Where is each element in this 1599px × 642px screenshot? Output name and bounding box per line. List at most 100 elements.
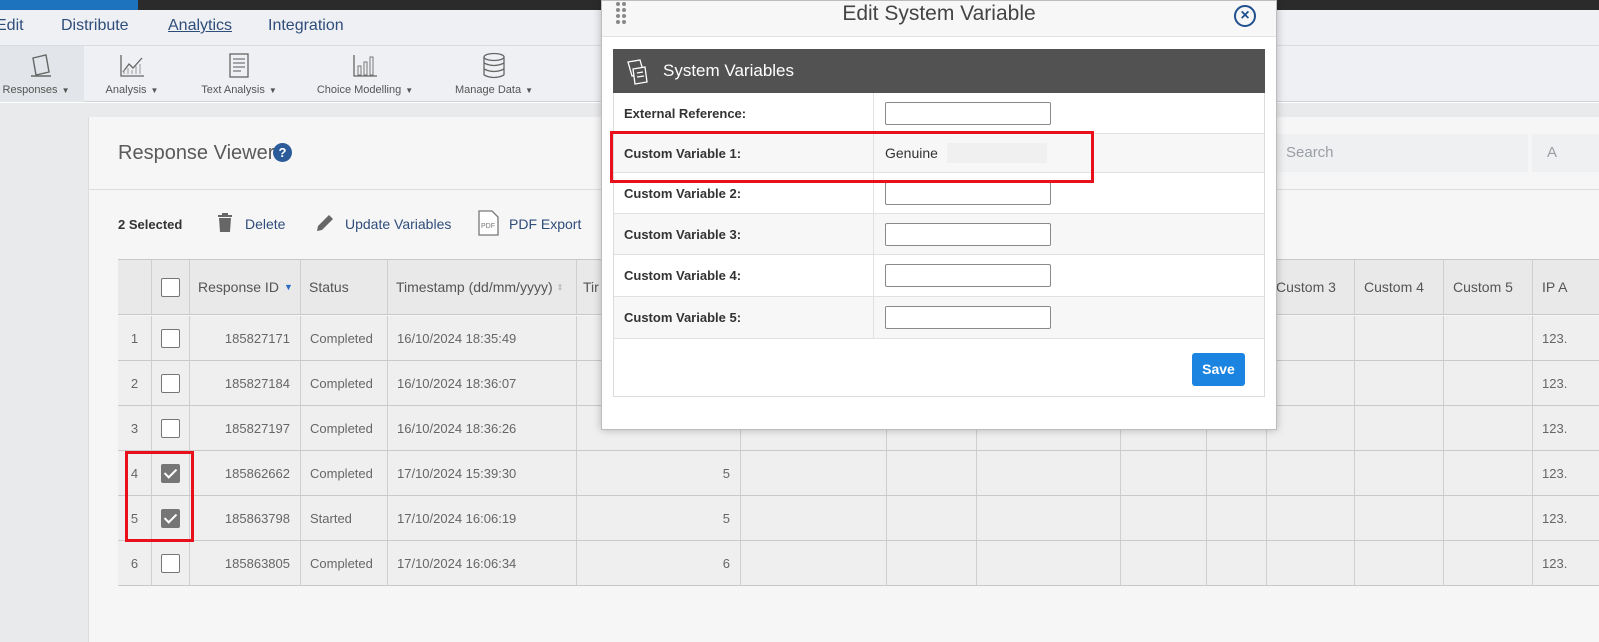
custom-variable-3-input[interactable] (885, 222, 1051, 246)
external-reference-input[interactable] (885, 101, 1051, 125)
response-id-cell: 185863798 (190, 496, 301, 540)
toolbar-responses[interactable]: Responses ▼ (0, 46, 84, 102)
row-checkbox[interactable] (161, 328, 180, 348)
responses-icon (31, 54, 51, 77)
toolbar-label: Manage Data (455, 84, 522, 96)
empty-cell (977, 496, 1121, 540)
header-custom5[interactable]: Custom 5 (1444, 260, 1533, 314)
custom-variable-4-input[interactable] (885, 264, 1051, 287)
sort-desc-icon: ▼ (283, 282, 293, 292)
field-row-custom-variable-3: Custom Variable 3: (614, 214, 1264, 255)
status-cell: Completed (301, 406, 388, 450)
update-variables-button[interactable]: Update Variables (315, 212, 455, 236)
response-id-cell: 185862662 (190, 451, 301, 495)
timestamp-cell-text: 17/10/2024 16:06:34 (397, 555, 517, 571)
ip-cell: 123. (1533, 316, 1599, 360)
header-status[interactable]: Status (301, 260, 388, 314)
row-number: 1 (118, 316, 152, 360)
highlight-selected-rows (125, 451, 194, 542)
custom3-cell (1267, 496, 1355, 540)
field-row-custom-variable-4: Custom Variable 4: (614, 255, 1264, 297)
toolbar-label: Analysis (105, 84, 147, 96)
custom4-cell (1355, 316, 1444, 360)
table-row[interactable]: 4 185862662 Completed 17/10/2024 15:39:30 5 1… (118, 451, 1599, 496)
toolbar-text-analysis[interactable]: Text Analysis ▼ (194, 46, 284, 102)
pdf-export-button[interactable]: PDF PDF Export (477, 210, 587, 238)
time-cell-text: 5 (722, 465, 730, 481)
header-label: Custom 5 (1453, 279, 1513, 295)
response-id-cell: 185827171 (190, 316, 301, 360)
search-placeholder: Search (1286, 144, 1334, 161)
header-select-all[interactable] (152, 260, 190, 314)
row-checkbox[interactable] (161, 553, 180, 573)
table-row[interactable]: 5 185863798 Started 17/10/2024 16:06:19 5 123… (118, 496, 1599, 541)
header-custom4[interactable]: Custom 4 (1355, 260, 1444, 314)
analysis-icon (120, 55, 144, 77)
header-custom3[interactable]: Custom 3 (1267, 260, 1355, 314)
field-row-external-reference: External Reference: (614, 93, 1264, 134)
time-cell-text: 6 (722, 555, 730, 571)
timestamp-cell: 16/10/2024 18:36:26 (388, 406, 577, 450)
header-label: Tir (583, 279, 599, 295)
table-row[interactable]: 6 185863805 Completed 17/10/2024 16:06:34 6 1… (118, 541, 1599, 586)
header-timestamp[interactable]: Timestamp (dd/mm/yyyy) ⇕ (388, 260, 577, 314)
row-number-text: 3 (130, 420, 139, 436)
status-cell-text: Completed (310, 420, 373, 436)
time-cell-text: 5 (722, 510, 730, 526)
menu-analytics[interactable]: Analytics (168, 17, 232, 35)
custom4-cell (1355, 541, 1444, 585)
header-label: Custom 4 (1364, 279, 1424, 295)
toolbar-analysis[interactable]: Analysis ▼ (100, 46, 164, 102)
time-cell: 5 (577, 496, 741, 540)
response-id-cell-text: 185827197 (224, 420, 290, 436)
response-id-cell-text: 185827184 (224, 375, 290, 391)
pdf-export-label: PDF Export (509, 216, 582, 232)
menu-distribute[interactable]: Distribute (61, 17, 129, 35)
response-id-cell-text: 185827171 (224, 330, 290, 346)
status-cell: Completed (301, 451, 388, 495)
toolbar-manage-data[interactable]: Manage Data ▼ (449, 46, 539, 102)
system-variables-header: System Variables (613, 49, 1265, 93)
empty-cell (741, 451, 887, 495)
timestamp-cell-text: 17/10/2024 15:39:30 (397, 465, 517, 481)
timestamp-cell: 16/10/2024 18:35:49 (388, 316, 577, 360)
empty-cell (887, 541, 977, 585)
dialog-header: Edit System Variable × (602, 1, 1276, 37)
help-icon[interactable]: ? (273, 143, 292, 162)
empty-cell (1207, 451, 1267, 495)
status-cell: Completed (301, 361, 388, 405)
highlight-custom-variable-1 (610, 131, 1094, 183)
custom-variable-5-input[interactable] (885, 306, 1051, 329)
search-input[interactable]: Search (1248, 134, 1528, 172)
timestamp-cell: 16/10/2024 18:36:07 (388, 361, 577, 405)
search-extra[interactable]: A (1532, 134, 1599, 172)
close-icon[interactable]: × (1234, 5, 1256, 27)
header-response-id[interactable]: Response ID ▼ (190, 260, 301, 314)
response-id-cell: 185827184 (190, 361, 301, 405)
custom5-cell (1444, 316, 1533, 360)
toolbar-label: Choice Modelling (316, 84, 402, 96)
page-title: Response Viewer (118, 142, 275, 164)
empty-cell (741, 496, 887, 540)
save-button[interactable]: Save (1192, 353, 1245, 386)
row-checkbox[interactable] (161, 373, 180, 393)
ip-cell: 123. (1533, 541, 1599, 585)
custom4-cell (1355, 406, 1444, 450)
empty-cell (887, 496, 977, 540)
field-label: Custom Variable 4: (614, 255, 874, 296)
delete-button[interactable]: Delete (217, 212, 289, 236)
custom5-cell (1444, 451, 1533, 495)
menu-edit[interactable]: Edit (0, 17, 24, 35)
menu-integration[interactable]: Integration (268, 17, 344, 35)
time-cell: 5 (577, 451, 741, 495)
select-all-checkbox[interactable] (161, 277, 180, 297)
header-label: Timestamp (dd/mm/yyyy) (396, 279, 553, 295)
search-extra-label: A (1546, 144, 1557, 161)
toolbar-choice-modelling[interactable]: Choice Modelling ▼ (312, 46, 418, 102)
header-ip[interactable]: IP A (1533, 260, 1599, 314)
section-title: System Variables (663, 61, 795, 80)
pdf-icon: PDF (478, 210, 499, 236)
custom-variable-2-input[interactable] (885, 181, 1051, 205)
row-number-text: 2 (130, 375, 139, 391)
row-checkbox[interactable] (161, 418, 180, 438)
